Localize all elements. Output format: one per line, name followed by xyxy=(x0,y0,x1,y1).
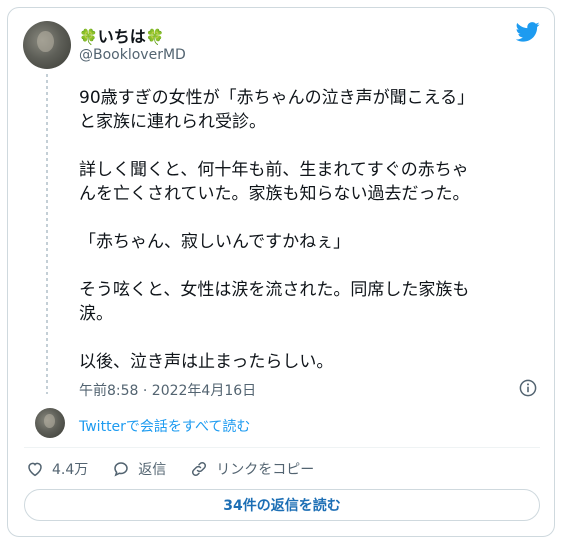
read-conversation-link[interactable]: Twitterで会話をすべて読む xyxy=(79,416,250,436)
reply-button[interactable]: 返信 xyxy=(112,459,166,479)
reply-label: 返信 xyxy=(138,462,167,478)
tweet-body: 90歳すぎの女性が「赤ちゃんの泣き声が聞こえる」 と家族に連れられ受診。 詳しく… xyxy=(79,86,544,398)
divider xyxy=(24,447,540,448)
author-handle[interactable]: @BookloverMD xyxy=(79,47,186,63)
like-button[interactable]: 4.4万 xyxy=(26,459,88,479)
read-replies-button[interactable]: 34件の返信を読む xyxy=(24,489,540,521)
tweet-paragraph: 詳しく聞くと、何十年も前、生まれてすぐの赤ちゃ んを亡くされていた。家族も知らな… xyxy=(79,160,470,204)
tweet-paragraph: 90歳すぎの女性が「赤ちゃんの泣き声が聞こえる」 と家族に連れられ受診。 xyxy=(79,88,475,132)
tweet-timestamp[interactable]: 午前8:58 · 2022年4月16日 xyxy=(79,380,256,400)
info-icon[interactable] xyxy=(519,379,537,397)
twitter-bird-icon[interactable] xyxy=(516,22,540,42)
clover-emoji-suffix: 🍀 xyxy=(145,28,165,46)
thread-avatar[interactable] xyxy=(35,408,65,438)
author-avatar[interactable] xyxy=(23,21,71,69)
tweet-paragraph: 以後、泣き声は止まったらしい。 xyxy=(79,352,334,372)
author-display-name[interactable]: 🍀いちは🍀 xyxy=(79,23,164,47)
clover-emoji-prefix: 🍀 xyxy=(79,28,98,46)
thread-connector-line xyxy=(46,74,48,394)
reply-bubble-icon xyxy=(114,462,129,477)
tweet-actions: 4.4万 返信 リンクをコピー xyxy=(26,458,338,480)
tweet-paragraph: そう呟くと、女性は涙を流された。同席した家族も 涙。 xyxy=(79,280,470,324)
tweet-paragraph: 「赤ちゃん、寂しいんですかねぇ」 xyxy=(79,232,351,252)
heart-icon xyxy=(28,462,42,477)
link-icon xyxy=(192,461,207,477)
author-name-text: いちは xyxy=(97,27,146,46)
copy-link-button[interactable]: リンクをコピー xyxy=(190,459,314,479)
like-count: 4.4万 xyxy=(52,462,89,478)
copy-link-label: リンクをコピー xyxy=(216,462,315,478)
